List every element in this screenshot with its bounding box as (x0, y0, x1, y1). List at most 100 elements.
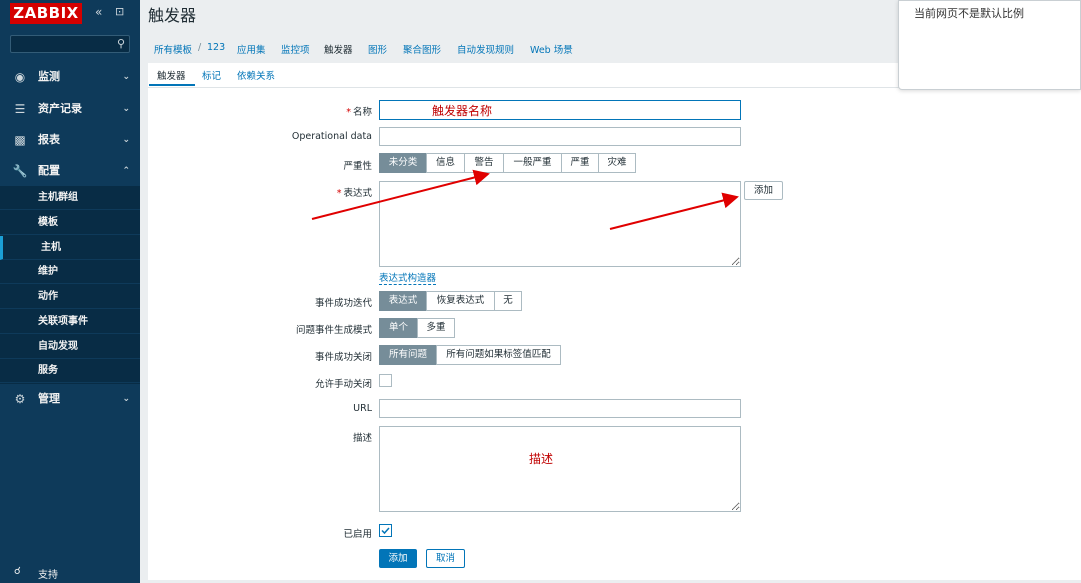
url-input[interactable] (379, 399, 741, 418)
submenu-label: 主机群组 (38, 192, 78, 203)
search-input[interactable]: ⚲ (10, 35, 130, 53)
gear-icon: ⚙ (14, 392, 26, 406)
submenu-templates[interactable]: 模板 (0, 211, 140, 235)
zabbix-logo[interactable]: ZABBIX (10, 3, 82, 24)
support-label: 支持 (38, 570, 58, 581)
search-icon[interactable]: ⚲ (117, 37, 125, 50)
severity-information[interactable]: 信息 (426, 153, 465, 173)
collapse-sidebar-icon[interactable]: « (95, 5, 102, 19)
cancel-button[interactable]: 取消 (426, 549, 465, 568)
chevron-down-icon: ⌄ (122, 72, 130, 82)
breadcrumb-separator: / (198, 42, 202, 53)
submenu-label: 自动发现 (38, 341, 78, 352)
severity-label: 严重性 (343, 161, 372, 172)
ok-close-tag-match[interactable]: 所有问题如果标签值匹配 (436, 345, 561, 365)
wrench-icon: 🔧 (12, 164, 28, 178)
breadcrumb-triggers[interactable]: 触发器 (324, 42, 353, 56)
tab-trigger[interactable]: 触发器 (157, 68, 186, 82)
breadcrumb-web-scenarios[interactable]: Web 场景 (530, 42, 573, 56)
submenu-label: 动作 (38, 291, 58, 302)
description-textarea[interactable] (379, 426, 741, 512)
menu-monitoring[interactable]: ◉ 监测 ⌄ (0, 63, 140, 91)
expression-textarea[interactable] (379, 181, 741, 267)
submenu-maintenance[interactable]: 维护 (0, 260, 140, 284)
tab-tags[interactable]: 标记 (202, 68, 221, 82)
support-link[interactable]: ☌ 支持 (0, 563, 140, 583)
url-label: URL (353, 403, 372, 414)
enabled-label: 已启用 (343, 529, 372, 540)
headset-icon: ☌ (14, 566, 21, 577)
ok-close-all-problems[interactable]: 所有问题 (379, 345, 437, 365)
zoom-notice-text: 当前网页不是默认比例 (914, 7, 1024, 20)
description-label: 描述 (352, 433, 372, 444)
submenu-label: 维护 (38, 266, 58, 277)
menu-label: 管理 (38, 392, 60, 405)
manual-close-checkbox[interactable] (379, 374, 392, 387)
breadcrumb-items[interactable]: 监控项 (281, 42, 310, 56)
bar-chart-icon: ▩ (14, 133, 26, 147)
ok-event-label: 事件成功迭代 (314, 298, 372, 309)
problem-mode-multiple[interactable]: 多重 (417, 318, 455, 338)
configuration-submenu: 主机群组 模板 主机 维护 动作 关联项事件 自动发现 服务 (0, 186, 140, 384)
sidebar: ZABBIX « ⊡ ⚲ ◉ 监测 ⌄ ☰ 资产记录 ⌄ ▩ 报表 ⌄ 🔧 配置… (0, 0, 140, 583)
menu-administration[interactable]: ⚙ 管理 ⌄ (0, 385, 140, 413)
chevron-up-icon: ⌃ (122, 166, 130, 176)
page-title: 触发器 (148, 6, 197, 25)
menu-label: 配置 (38, 164, 60, 177)
add-expression-button[interactable]: 添加 (744, 181, 783, 200)
chevron-down-icon: ⌄ (122, 135, 130, 145)
submenu-label: 模板 (38, 217, 58, 228)
menu-label: 监测 (38, 70, 60, 83)
submenu-hosts[interactable]: 主机 (0, 236, 140, 260)
severity-high[interactable]: 严重 (561, 153, 599, 173)
manual-close-label: 允许手动关闭 (314, 379, 372, 390)
severity-warning[interactable]: 警告 (464, 153, 504, 173)
problem-mode-single[interactable]: 单个 (379, 318, 418, 338)
severity-not-classified[interactable]: 未分类 (379, 153, 427, 173)
ok-event-recovery-expression[interactable]: 恢复表达式 (426, 291, 495, 311)
submenu-actions[interactable]: 动作 (0, 285, 140, 309)
submenu-label: 主机 (41, 242, 61, 253)
ok-event-none[interactable]: 无 (494, 291, 522, 311)
name-annotation: 触发器名称 (432, 104, 493, 118)
submenu-discovery[interactable]: 自动发现 (0, 335, 140, 359)
submenu-event-correlation[interactable]: 关联项事件 (0, 310, 140, 334)
submenu-label: 服务 (38, 365, 58, 376)
breadcrumb-applications[interactable]: 应用集 (237, 42, 266, 56)
enabled-checkbox[interactable] (379, 524, 392, 537)
opdata-input[interactable] (379, 127, 741, 146)
check-icon (381, 527, 390, 535)
submenu-host-groups[interactable]: 主机群组 (0, 186, 140, 210)
breadcrumb-discovery-rules[interactable]: 自动发现规则 (457, 42, 514, 56)
breadcrumb-template[interactable]: 123 (207, 42, 225, 53)
active-tab-indicator (149, 84, 195, 86)
menu-configuration[interactable]: 🔧 配置 ⌃ (0, 157, 140, 185)
kiosk-mode-icon[interactable]: ⊡ (115, 5, 124, 18)
name-label: * 名称 (346, 107, 372, 118)
submenu-label: 关联项事件 (38, 316, 88, 327)
menu-reports[interactable]: ▩ 报表 ⌄ (0, 126, 140, 154)
submit-add-button[interactable]: 添加 (379, 549, 417, 568)
zoom-notice-popup: 当前网页不是默认比例 (898, 0, 1081, 90)
severity-disaster[interactable]: 灾难 (598, 153, 636, 173)
list-icon: ☰ (14, 102, 26, 116)
menu-inventory[interactable]: ☰ 资产记录 ⌄ (0, 95, 140, 123)
eye-icon: ◉ (14, 70, 26, 84)
chevron-down-icon: ⌄ (122, 394, 130, 404)
severity-average[interactable]: 一般严重 (503, 153, 562, 173)
description-annotation: 描述 (529, 452, 554, 466)
opdata-label: Operational data (291, 131, 372, 142)
menu-label: 资产记录 (38, 102, 82, 115)
ok-event-expression[interactable]: 表达式 (379, 291, 427, 311)
expression-label: * 表达式 (336, 188, 372, 199)
submenu-services[interactable]: 服务 (0, 359, 140, 383)
expression-builder-link[interactable]: 表达式构造器 (379, 270, 437, 285)
tab-dependencies[interactable]: 依赖关系 (237, 68, 275, 82)
menu-label: 报表 (38, 133, 60, 146)
breadcrumb-all-templates[interactable]: 所有模板 (154, 42, 192, 56)
breadcrumb-screens[interactable]: 聚合图形 (403, 42, 441, 56)
problem-mode-label: 问题事件生成模式 (295, 325, 372, 336)
chevron-down-icon: ⌄ (122, 104, 130, 114)
ok-close-label: 事件成功关闭 (314, 352, 372, 363)
breadcrumb-graphs[interactable]: 图形 (368, 42, 387, 56)
